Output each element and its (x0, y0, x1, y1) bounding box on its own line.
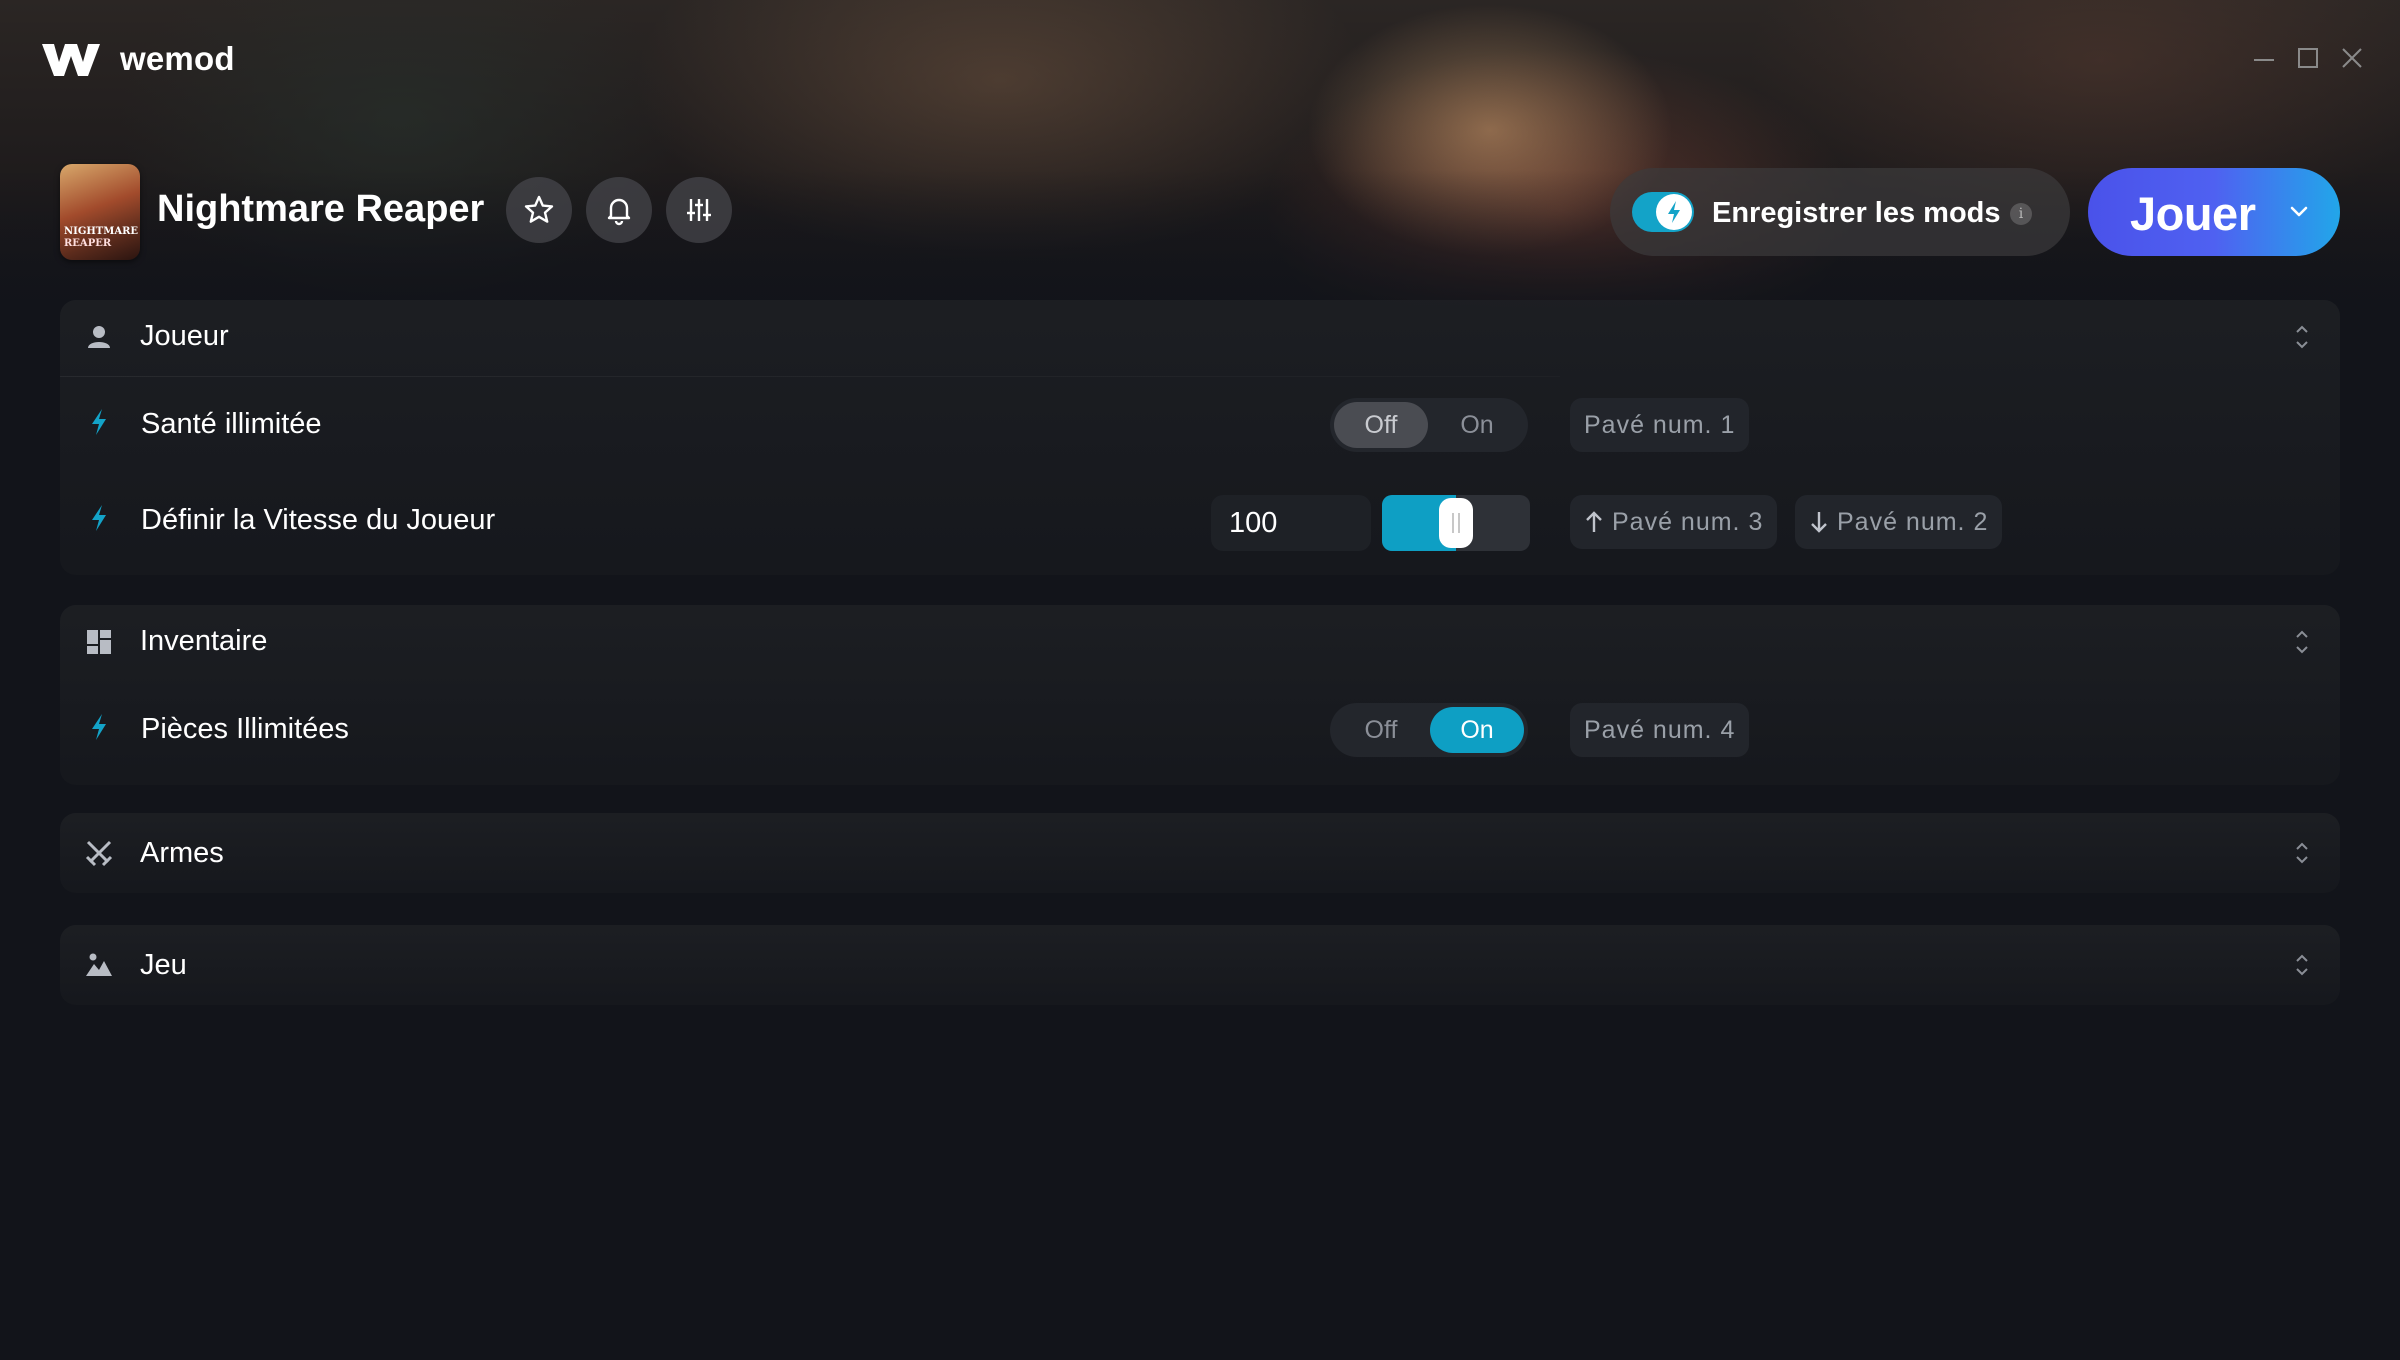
wemod-logo-icon (42, 44, 100, 76)
mod-label-coins: Pièces Illimitées (141, 713, 349, 745)
toggle-health-off[interactable]: Off (1334, 402, 1428, 448)
game-settings-button[interactable] (666, 177, 732, 243)
title-bar: wemod (0, 0, 2400, 120)
section-title-player: Joueur (140, 320, 229, 352)
sliders-icon (687, 199, 711, 221)
play-button-label: Jouer (2130, 187, 2256, 240)
collapse-chevron-icon[interactable] (2291, 627, 2313, 657)
hotkey-coins[interactable]: Pavé num. 4 (1570, 703, 1750, 757)
record-mods-switch-knob (1656, 194, 1692, 230)
section-weapons[interactable]: Armes (60, 813, 2340, 893)
game-title: Nightmare Reaper (157, 188, 485, 230)
record-mods-toggle[interactable]: Enregistrer les mods i (1610, 168, 2070, 256)
toggle-coins-off[interactable]: Off (1334, 707, 1428, 753)
brand-name: wemod (120, 40, 235, 77)
game-thumbnail-subtitle: REAPER (64, 238, 112, 249)
speed-slider-thumb[interactable] (1439, 498, 1473, 548)
section-game[interactable]: Jeu (60, 925, 2340, 1005)
toggle-health-on[interactable]: On (1430, 402, 1524, 448)
section-title-weapons: Armes (140, 837, 224, 869)
toggle-coins[interactable]: Off On (1330, 703, 1528, 757)
bell-icon (607, 198, 631, 226)
toggle-health[interactable]: Off On (1330, 398, 1528, 452)
person-icon (88, 326, 110, 348)
mod-label-speed: Définir la Vitesse du Joueur (141, 504, 496, 536)
record-mods-label: Enregistrer les mods (1712, 197, 2001, 229)
expand-chevron-icon[interactable] (2291, 838, 2313, 868)
record-mods-switch[interactable] (1632, 192, 1694, 232)
mod-label-health: Santé illimitée (141, 408, 322, 440)
maximize-icon[interactable] (2294, 44, 2322, 72)
hotkey-health[interactable]: Pavé num. 1 (1570, 398, 1750, 452)
favorite-button[interactable] (506, 177, 572, 243)
toggle-coins-on[interactable]: On (1430, 707, 1524, 753)
notifications-button[interactable] (586, 177, 652, 243)
speed-value-input[interactable]: 100 (1211, 495, 1371, 551)
lightning-icon (92, 505, 106, 531)
collapse-chevron-icon[interactable] (2291, 322, 2313, 352)
landscape-icon (86, 953, 112, 976)
section-title-inventory: Inventaire (140, 625, 268, 657)
section-player: Joueur Santé illimitée Off On Pavé num. … (60, 300, 2340, 575)
chevron-down-icon[interactable] (2286, 198, 2312, 224)
expand-chevron-icon[interactable] (2291, 950, 2313, 980)
lightning-icon (92, 409, 106, 435)
star-icon (524, 195, 554, 223)
speed-slider[interactable] (1382, 495, 1530, 551)
section-divider (60, 376, 1560, 377)
minimize-icon[interactable] (2250, 44, 2278, 72)
crossed-swords-icon (85, 840, 113, 867)
lightning-icon (92, 714, 106, 740)
hotkey-speed-down[interactable]: Pavé num. 2 (1795, 495, 2003, 549)
lightning-icon (1668, 201, 1680, 223)
close-icon[interactable] (2338, 44, 2366, 72)
inventory-grid-icon (87, 630, 111, 654)
section-title-game: Jeu (140, 949, 187, 981)
hotkey-speed-down-label: Pavé num. 2 (1837, 508, 1989, 536)
section-inventory: Inventaire Pièces Illimitées Off On Pavé… (60, 605, 2340, 785)
game-header: NIGHTMARE REAPER Nightmare Reaper Enregi… (0, 160, 2400, 270)
arrow-up-icon (1586, 511, 1602, 532)
hotkey-speed-up-label: Pavé num. 3 (1612, 508, 1764, 536)
game-thumbnail-title: NIGHTMARE (64, 226, 139, 237)
info-icon[interactable]: i (2010, 203, 2032, 225)
play-button[interactable]: Jouer (2088, 168, 2340, 256)
game-thumbnail: NIGHTMARE REAPER (60, 164, 140, 260)
arrow-down-icon (1811, 512, 1827, 533)
hotkey-speed-up[interactable]: Pavé num. 3 (1570, 495, 1778, 549)
